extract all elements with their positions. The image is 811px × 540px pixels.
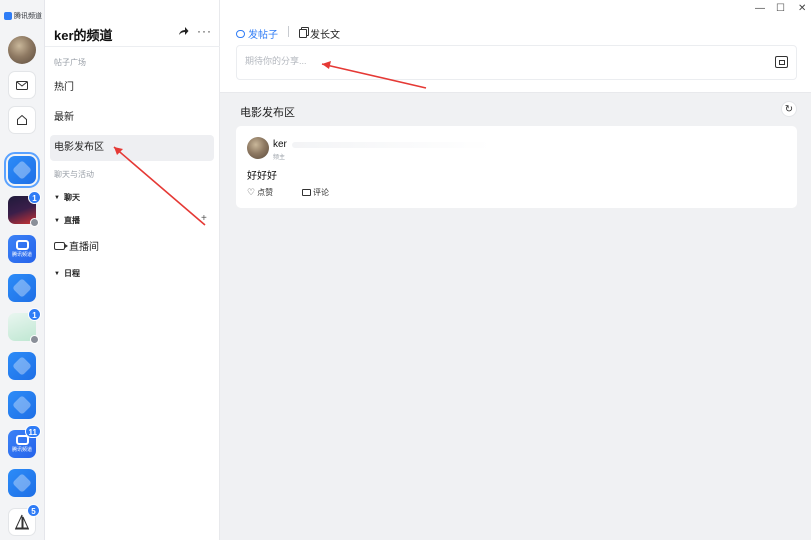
share-input[interactable] (245, 56, 725, 66)
channel-blue-4[interactable] (8, 391, 36, 419)
messages-button[interactable] (8, 71, 36, 99)
unread-badge: 5 (27, 504, 40, 517)
channel-current[interactable] (4, 152, 40, 188)
group-chat[interactable]: ▼ 聊天 (54, 192, 80, 203)
refresh-icon: ↻ (784, 103, 794, 115)
channel-hash-1[interactable]: 腾讯频道 (8, 235, 36, 263)
app-rail: 腾讯频道 1 腾讯频道 1 腾讯频道 11 5 (0, 0, 45, 540)
like-label: 点赞 (257, 188, 274, 197)
my-avatar[interactable] (8, 36, 36, 64)
channel-title: ker的频道 (54, 28, 113, 43)
group-label: 日程 (63, 269, 80, 278)
channel-blue-5[interactable] (8, 469, 36, 497)
app-logo: 腾讯频道 (4, 11, 42, 21)
unread-badge: 1 (28, 191, 41, 204)
tab-post[interactable]: 发帖子 (236, 26, 278, 41)
camera-icon (54, 241, 68, 250)
share-button[interactable] (178, 25, 189, 39)
tab-long-label: 发长文 (310, 30, 340, 41)
author-role: 频主 (273, 155, 286, 161)
comment-icon (302, 189, 311, 196)
post-card[interactable]: ker 频主 好好好 ♡ 点赞 评论 (236, 126, 797, 208)
app-logo-text: 腾讯频道 (14, 13, 42, 20)
heart-icon: ♡ (247, 187, 256, 197)
channel-white[interactable]: 5 (8, 504, 40, 536)
comment-label: 评论 (313, 188, 329, 197)
group-live[interactable]: ▼ 直播 (54, 215, 80, 226)
add-button[interactable]: + (201, 213, 207, 224)
section-label-posts: 帖子广场 (54, 58, 86, 67)
unread-badge: 11 (24, 425, 41, 438)
status-dot (30, 335, 39, 344)
channel-item-live-room[interactable]: 直播间 (54, 238, 99, 253)
status-dot (30, 218, 39, 227)
home-icon (17, 114, 27, 125)
group-label: 聊天 (63, 193, 80, 202)
caret-down-icon: ▼ (54, 194, 60, 201)
caret-down-icon: ▼ (54, 270, 60, 277)
share-arrow-icon (179, 27, 189, 35)
like-button[interactable]: ♡ 点赞 (247, 187, 273, 198)
group-label: 直播 (63, 216, 80, 225)
tab-separator (288, 26, 289, 37)
channel-dark[interactable]: 1 (8, 191, 41, 227)
comment-button[interactable]: 评论 (302, 187, 329, 198)
channel-item-hot[interactable]: 热门 (50, 75, 214, 101)
blurred-area (292, 142, 492, 148)
post-body: 好好好 (247, 171, 277, 182)
author-name[interactable]: ker (273, 139, 287, 150)
channel-item-latest[interactable]: 最新 (50, 105, 214, 131)
main-area: — ☐ ✕ 发帖子 发长文 电影发布区 ↻ ker 频主 好好好 ♡ 点赞 (220, 0, 811, 540)
channel-caption: 腾讯频道 (11, 252, 32, 258)
app-logo-icon (4, 12, 12, 20)
caret-down-icon: ▼ (54, 217, 60, 224)
close-button[interactable]: ✕ (798, 3, 806, 14)
tab-long-article[interactable]: 发长文 (299, 26, 340, 41)
more-button[interactable]: ··· (197, 24, 212, 38)
channel-blue-2[interactable] (8, 274, 36, 302)
composer-box (236, 45, 797, 80)
chat-bubble-icon (236, 29, 245, 38)
document-icon (299, 29, 307, 38)
channel-caption: 腾讯频道 (11, 447, 32, 453)
divider (45, 46, 220, 47)
image-upload-icon[interactable] (775, 56, 788, 68)
minimize-button[interactable]: — (755, 3, 765, 14)
channel-item-movie-release[interactable]: 电影发布区 (50, 135, 214, 161)
maximize-button[interactable]: ☐ (776, 3, 785, 14)
tab-post-label: 发帖子 (248, 30, 278, 41)
channel-blue-3[interactable] (8, 352, 36, 380)
refresh-button[interactable]: ↻ (781, 101, 797, 117)
hash-icon (15, 240, 29, 250)
home-button[interactable] (8, 106, 36, 134)
live-room-label: 直播间 (69, 242, 99, 253)
group-schedule[interactable]: ▼ 日程 (54, 268, 80, 279)
author-avatar[interactable] (247, 137, 269, 159)
section-label-chat: 聊天与活动 (54, 170, 94, 179)
zone-title: 电影发布区 (240, 107, 295, 119)
mail-icon (16, 80, 28, 90)
channel-sidebar: ker的频道 ··· 帖子广场 热门 最新 电影发布区 聊天与活动 ▼ 聊天 ▼… (45, 0, 220, 540)
composer-panel: — ☐ ✕ 发帖子 发长文 (220, 0, 811, 93)
unread-badge: 1 (28, 308, 41, 321)
channel-green[interactable]: 1 (8, 308, 41, 344)
channel-hash-2[interactable]: 腾讯频道 11 (8, 425, 41, 458)
